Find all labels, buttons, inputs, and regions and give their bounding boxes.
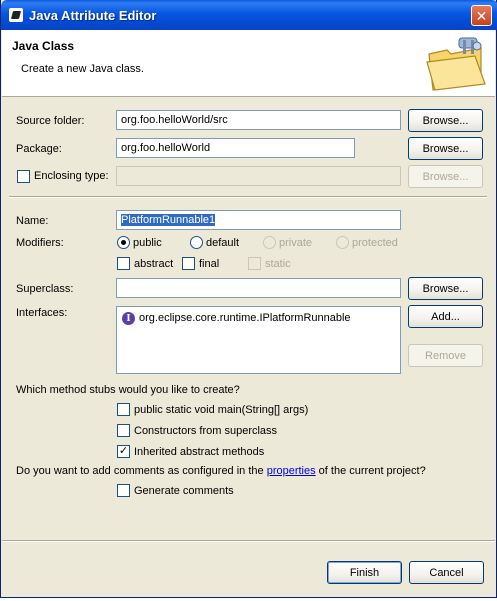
interface-icon: I bbox=[122, 312, 135, 325]
stub-main-label: public static void main(String[] args) bbox=[134, 404, 309, 416]
source-folder-label: Source folder: bbox=[16, 115, 85, 127]
modifier-public-radio[interactable] bbox=[117, 236, 130, 249]
page-title: Java Class bbox=[12, 39, 75, 53]
interfaces-list[interactable]: I org.eclipse.core.runtime.IPlatformRunn… bbox=[116, 306, 401, 374]
stub-constructors-checkbox[interactable] bbox=[117, 424, 130, 437]
generate-comments-checkbox[interactable] bbox=[117, 484, 130, 497]
name-field-value: PlatformRunnable1 bbox=[121, 214, 216, 226]
modifier-default-label: default bbox=[206, 237, 240, 249]
enclosing-type-label: Enclosing type: bbox=[34, 170, 109, 182]
add-interface-button[interactable]: Add... bbox=[408, 305, 483, 328]
cancel-button[interactable]: Cancel bbox=[409, 561, 484, 584]
modifier-final-checkbox[interactable] bbox=[182, 257, 195, 270]
generate-comments-label: Generate comments bbox=[134, 485, 234, 497]
modifier-public-label: public bbox=[133, 237, 162, 249]
eclipse-icon bbox=[9, 8, 23, 22]
comments-question-prefix: Do you want to add comments as configure… bbox=[16, 465, 267, 477]
superclass-label: Superclass: bbox=[16, 283, 74, 295]
folder-icon bbox=[426, 37, 486, 91]
button-bar-separator bbox=[2, 540, 495, 542]
page-description: Create a new Java class. bbox=[21, 63, 144, 75]
superclass-browse-button[interactable]: Browse... bbox=[408, 277, 483, 300]
stub-constructors-label: Constructors from superclass bbox=[134, 425, 278, 437]
modifier-static-checkbox bbox=[248, 257, 261, 270]
source-folder-browse-button[interactable]: Browse... bbox=[408, 109, 483, 132]
modifiers-label: Modifiers: bbox=[16, 237, 64, 249]
enclosing-type-browse-button: Browse... bbox=[408, 165, 483, 188]
package-browse-button[interactable]: Browse... bbox=[408, 137, 483, 160]
wizard-header: Java Class Create a new Java class. bbox=[2, 30, 495, 97]
modifier-final-label: final bbox=[199, 258, 220, 270]
name-field[interactable]: PlatformRunnable1 bbox=[116, 210, 401, 230]
stubs-question: Which method stubs would you like to cre… bbox=[16, 384, 240, 396]
window-title: Java Attribute Editor bbox=[29, 8, 157, 23]
comments-question-suffix: of the current project? bbox=[315, 465, 426, 477]
separator bbox=[9, 196, 487, 198]
superclass-field[interactable] bbox=[116, 278, 401, 298]
interfaces-label: Interfaces: bbox=[16, 307, 68, 319]
stub-main-checkbox[interactable] bbox=[117, 403, 130, 416]
stub-inherited-checkbox[interactable]: ✓ bbox=[117, 445, 130, 458]
modifier-protected-label: protected bbox=[352, 237, 398, 249]
modifier-default-radio[interactable] bbox=[190, 236, 203, 249]
finish-button[interactable]: Finish bbox=[327, 561, 402, 584]
properties-link[interactable]: properties bbox=[267, 465, 316, 477]
package-field[interactable]: org.foo.helloWorld bbox=[116, 138, 355, 158]
enclosing-type-checkbox[interactable] bbox=[17, 170, 30, 183]
comments-question: Do you want to add comments as configure… bbox=[16, 465, 426, 477]
source-folder-field[interactable]: org.foo.helloWorld/src bbox=[116, 110, 401, 130]
dialog-window: Java Attribute Editor ✕ Java Class Creat… bbox=[0, 0, 497, 598]
modifier-protected-radio bbox=[336, 236, 349, 249]
modifier-private-radio bbox=[263, 236, 276, 249]
list-item[interactable]: I org.eclipse.core.runtime.IPlatformRunn… bbox=[117, 307, 400, 327]
modifier-abstract-checkbox[interactable] bbox=[117, 257, 130, 270]
package-label: Package: bbox=[16, 143, 62, 155]
modifier-static-label: static bbox=[265, 258, 291, 270]
modifier-private-label: private bbox=[279, 237, 313, 249]
enclosing-type-field bbox=[116, 166, 401, 186]
name-label: Name: bbox=[16, 215, 49, 227]
interface-name: org.eclipse.core.runtime.IPlatformRunnab… bbox=[139, 312, 351, 324]
close-button[interactable]: ✕ bbox=[471, 5, 492, 26]
stub-inherited-label: Inherited abstract methods bbox=[134, 446, 265, 458]
title-bar[interactable]: Java Attribute Editor ✕ bbox=[1, 0, 497, 30]
modifier-abstract-label: abstract bbox=[134, 258, 174, 270]
remove-interface-button: Remove bbox=[408, 344, 483, 367]
